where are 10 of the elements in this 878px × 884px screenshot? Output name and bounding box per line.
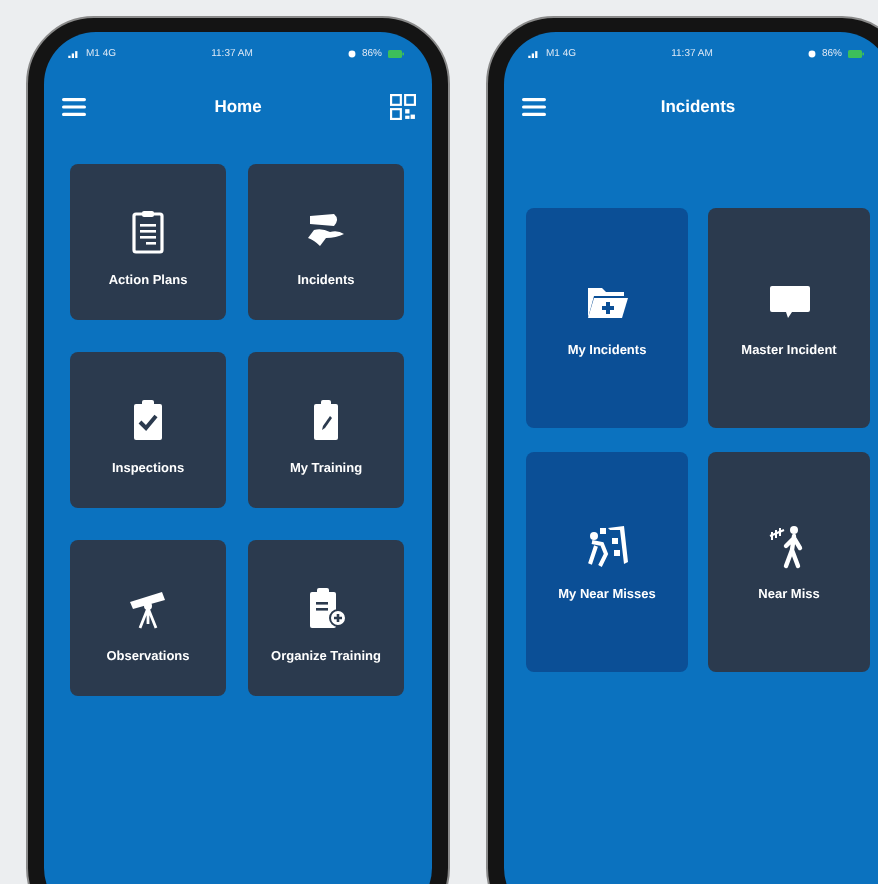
falling-boxes-icon — [583, 522, 631, 570]
screen-title: Home — [214, 96, 262, 116]
screen-title: Incidents — [660, 96, 736, 116]
qr-code-icon[interactable] — [390, 93, 416, 119]
battery-icon — [388, 50, 404, 58]
battery-icon — [848, 50, 864, 58]
menu-icon[interactable] — [522, 97, 546, 115]
menu-icon[interactable] — [62, 97, 86, 115]
signal-icon — [68, 50, 80, 58]
signal-icon — [528, 50, 540, 58]
